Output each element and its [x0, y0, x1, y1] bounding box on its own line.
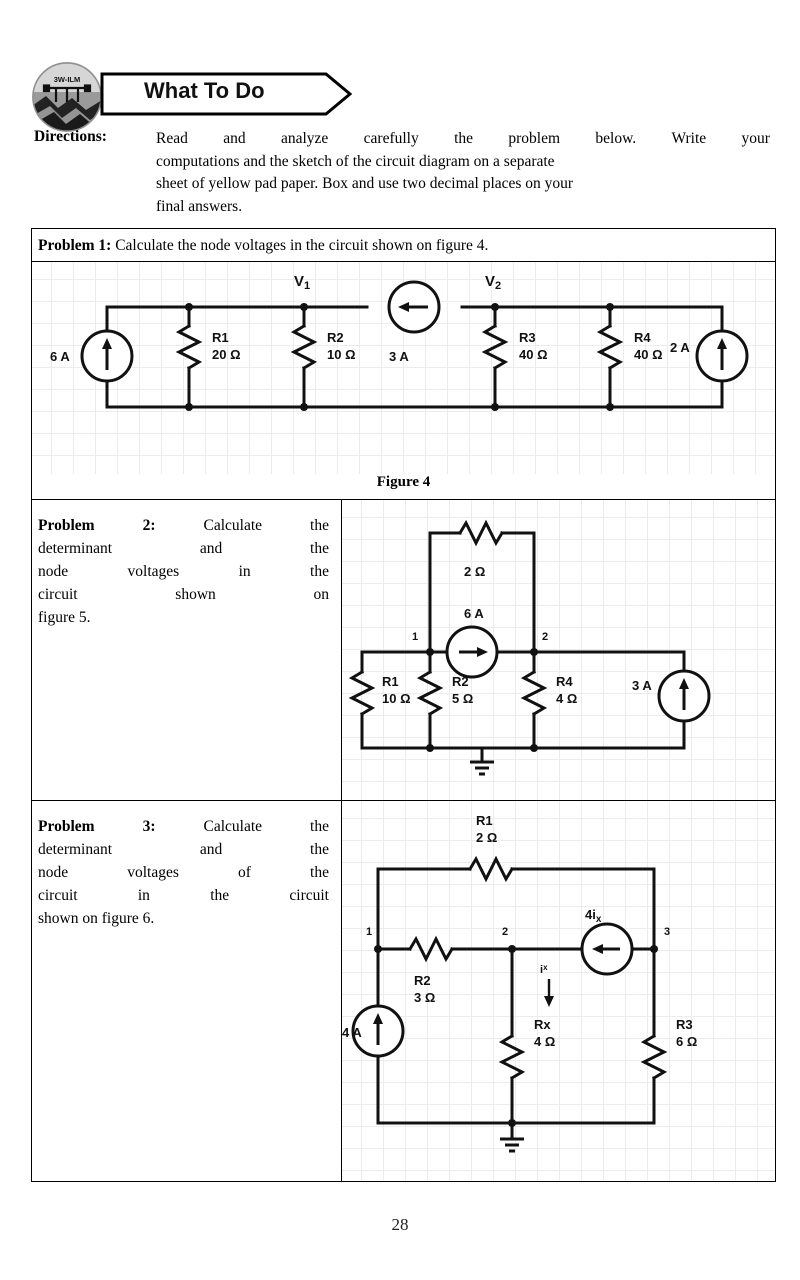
- label-top-resistor: 2 Ω: [464, 564, 485, 579]
- label-source-3a: 3 A: [389, 349, 409, 364]
- label-r2-name: R2: [327, 330, 344, 345]
- problem-3-line-5: shown on figure 6.: [38, 910, 155, 927]
- figure-6-schematic: R1 2 Ω R2 3 Ω Rx 4 Ω R3 6 Ω 4 A 4ix ix 1…: [342, 813, 697, 1153]
- figure-4-canvas: 6 A 3 A 2 A R1 20 Ω R2 10 Ω R3 40 Ω R4 4…: [32, 262, 775, 474]
- label-r3-value: 6 Ω: [676, 1034, 697, 1049]
- label-top-source: 6 A: [464, 606, 484, 621]
- label-r2-value: 5 Ω: [452, 691, 473, 706]
- page-title: What To Do: [144, 78, 265, 103]
- label-r1-name: R1: [212, 330, 229, 345]
- label-r4-value: 40 Ω: [634, 347, 663, 362]
- label-node-v2: V2: [485, 273, 501, 292]
- source-6a-symbol: [80, 329, 134, 383]
- label-r2-value: 10 Ω: [327, 347, 356, 362]
- label-r1-value: 10 Ω: [382, 691, 411, 706]
- problem-1-heading: Problem 1: Calculate the node voltages i…: [32, 229, 775, 261]
- figure-6-cell: R1 2 Ω R2 3 Ω Rx 4 Ω R3 6 Ω 4 A 4ix ix 1…: [342, 801, 775, 1181]
- module-logo-icon: 3W-ILM: [32, 62, 102, 132]
- label-node-2: 2: [542, 631, 548, 643]
- label-rx-value: 4 Ω: [534, 1034, 555, 1049]
- label-node-3: 3: [664, 926, 670, 938]
- problem-1-text: Calculate the node voltages in the circu…: [115, 237, 489, 254]
- ground-symbol: [470, 760, 494, 776]
- page-number: 28: [391, 1215, 409, 1234]
- label-source-3a: 3 A: [632, 678, 652, 693]
- problem-2-label: Problem: [38, 517, 95, 534]
- table-row: 6 A 3 A 2 A R1 20 Ω R2 10 Ω R3 40 Ω R4 4…: [32, 262, 775, 500]
- problem-3-text: Problem 3: Calculate the determinant and th…: [38, 815, 329, 930]
- label-r3-value: 40 Ω: [519, 347, 548, 362]
- label-r1-name: R1: [476, 813, 493, 828]
- figure-4-schematic: 6 A 3 A 2 A R1 20 Ω R2 10 Ω R3 40 Ω R4 4…: [50, 273, 749, 411]
- label-source-2a: 2 A: [670, 340, 690, 355]
- label-r1-name: R1: [382, 674, 399, 689]
- figure-5-canvas: 2 Ω 6 A R1 10 Ω R2 5 Ω R4 4 Ω 3 A 1 2: [342, 500, 775, 800]
- figure-4-cell: 6 A 3 A 2 A R1 20 Ω R2 10 Ω R3 40 Ω R4 4…: [32, 262, 775, 499]
- problem-3-number: 3:: [142, 818, 156, 835]
- figure-4-caption: Figure 4: [376, 474, 431, 490]
- directions-text: Read and analyze carefully the problem below.…: [156, 128, 770, 218]
- problem-2-line-5: figure 5.: [38, 609, 91, 626]
- label-node-2: 2: [502, 926, 508, 938]
- logo-text: 3W-ILM: [54, 75, 81, 84]
- directions-line-1: Read and analyze carefully the problem below.…: [156, 130, 770, 147]
- label-source-6a: 6 A: [50, 349, 70, 364]
- table-row: Problem 3: Calculate the determinant and th…: [32, 801, 775, 1181]
- label-source-4a: 4 A: [342, 1025, 362, 1040]
- problems-table: Problem 1: Calculate the node voltages i…: [31, 228, 776, 1182]
- label-r2-value: 3 Ω: [414, 990, 435, 1005]
- label-r4-name: R4: [556, 674, 573, 689]
- label-current-ix: ix: [540, 963, 548, 976]
- worksheet-page: 3W-ILM What To Do Directions: Read and ana…: [0, 0, 800, 1280]
- directions-label: Directions:: [34, 128, 107, 145]
- current-ix-arrow: [544, 979, 554, 1007]
- label-r3-name: R3: [519, 330, 536, 345]
- problem-2-text: Problem 2: Calculate the determinant and th…: [38, 514, 329, 629]
- label-r2-name: R2: [414, 973, 431, 988]
- dependent-source-symbol: [580, 922, 634, 976]
- label-r3-name: R3: [676, 1017, 693, 1032]
- source-2a-symbol: [695, 329, 749, 383]
- label-r1-value: 20 Ω: [212, 347, 241, 362]
- problem-3-text-cell: Problem 3: Calculate the determinant and th…: [32, 801, 342, 1181]
- label-r2-name: R2: [452, 674, 469, 689]
- problem-2-text-cell: Problem 2: Calculate the determinant and th…: [32, 500, 342, 800]
- table-row: Problem 1: Calculate the node voltages i…: [32, 229, 775, 262]
- label-node-1: 1: [366, 926, 372, 938]
- label-dependent-source: 4ix: [585, 907, 602, 925]
- figure-5-schematic: 2 Ω 6 A R1 10 Ω R2 5 Ω R4 4 Ω 3 A 1 2: [348, 519, 711, 776]
- problem-1-label: Problem 1:: [38, 237, 112, 254]
- section-banner: 3W-ILM What To Do: [32, 62, 353, 132]
- directions-line-2: computations and the sketch of the circu…: [156, 152, 555, 170]
- table-row: Problem 2: Calculate the determinant and th…: [32, 500, 775, 801]
- ground-symbol: [500, 1137, 524, 1153]
- directions-line-4: final answers.: [156, 197, 243, 215]
- source-3a-symbol: [657, 669, 711, 723]
- label-r1-value: 2 Ω: [476, 830, 497, 845]
- problem-2-number: 2:: [142, 517, 156, 534]
- figure-6-canvas: R1 2 Ω R2 3 Ω Rx 4 Ω R3 6 Ω 4 A 4ix ix 1…: [342, 801, 775, 1181]
- figure-5-cell: 2 Ω 6 A R1 10 Ω R2 5 Ω R4 4 Ω 3 A 1 2: [342, 500, 775, 800]
- problem-3-label: Problem: [38, 818, 95, 835]
- source-3a-symbol: [387, 280, 441, 334]
- label-node-1: 1: [412, 631, 418, 643]
- label-r4-name: R4: [634, 330, 651, 345]
- source-6a-symbol: [445, 625, 499, 679]
- directions-line-3: sheet of yellow pad paper. Box and use t…: [156, 175, 574, 192]
- label-r4-value: 4 Ω: [556, 691, 577, 706]
- label-node-v1: V1: [294, 273, 310, 292]
- label-rx-name: Rx: [534, 1017, 551, 1032]
